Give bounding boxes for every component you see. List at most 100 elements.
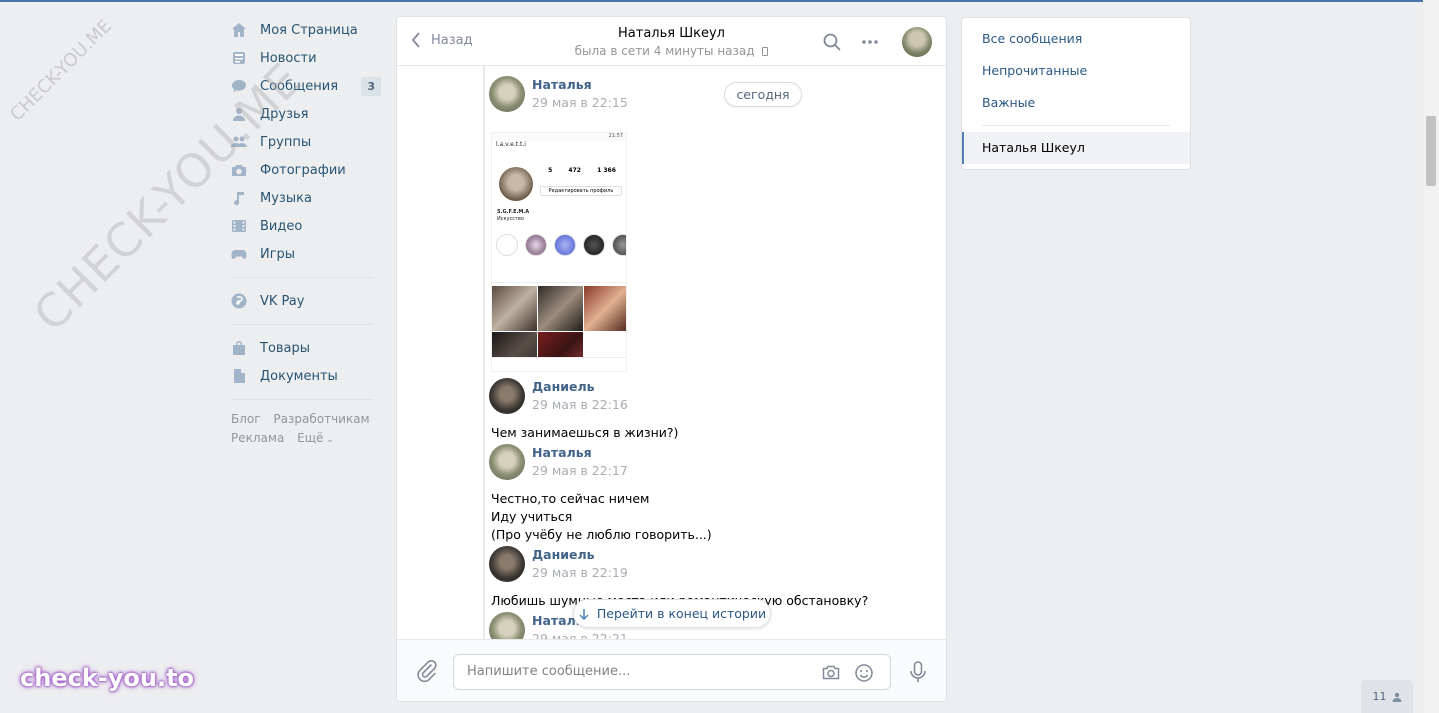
paperclip-icon[interactable] <box>416 659 438 683</box>
nav-documents[interactable]: Документы <box>229 362 381 390</box>
story-circle <box>554 234 576 256</box>
footer-ads-link[interactable]: Реклама <box>231 431 284 445</box>
grid-photo <box>492 286 537 331</box>
grid-photo <box>538 286 583 331</box>
messages-badge: 3 <box>361 77 381 96</box>
avatar[interactable] <box>489 612 525 640</box>
online-friends-button[interactable]: 11 <box>1361 680 1413 713</box>
nav-label: Товары <box>260 340 311 356</box>
message-input[interactable] <box>467 664 807 679</box>
nav-music[interactable]: Музыка <box>229 184 381 212</box>
date-pill: сегодня <box>724 82 802 107</box>
document-icon <box>231 368 247 384</box>
message-line: Чем занимаешься в жизни?) <box>491 425 679 440</box>
nav-my-page[interactable]: Моя Страница <box>229 16 381 44</box>
grid-photo <box>584 286 626 331</box>
message-time[interactable]: 29 мая в 22:19 <box>532 565 628 580</box>
nav-label: Фотографии <box>260 162 346 178</box>
message-input-box <box>453 654 891 690</box>
message-sender[interactable]: Даниель <box>532 379 595 394</box>
nav-label: Моя Страница <box>260 22 358 38</box>
ruble-icon <box>231 293 247 309</box>
story-circle <box>583 234 605 256</box>
jump-to-end-button[interactable]: Перейти в конец истории <box>573 599 771 628</box>
nav-video[interactable]: Видео <box>229 212 381 240</box>
attachment-stories <box>496 234 626 256</box>
attachment-bio-sub: Искусство <box>497 216 524 222</box>
story-circle <box>496 234 518 256</box>
message-line: (Про учёбу не люблю говорить...) <box>491 527 712 542</box>
footer-more-link[interactable]: Ещё ⌄ <box>297 431 343 445</box>
attachment-stats: 5 472 1 366 <box>540 167 624 174</box>
nav-goods[interactable]: Товары <box>229 334 381 362</box>
search-icon[interactable] <box>822 32 842 52</box>
jump-label: Перейти в конец истории <box>596 606 767 621</box>
footer-blog-link[interactable]: Блог <box>231 412 261 426</box>
message: Наталья 29 мая в 22:15 сегодня 21:57 l.a… <box>489 76 929 376</box>
filter-important[interactable]: Важные <box>962 87 1190 119</box>
attachment-tabs <box>492 273 626 283</box>
smile-icon[interactable] <box>854 663 874 683</box>
message: Даниель 29 мая в 22:16 Чем занимаешься в… <box>489 378 929 440</box>
attachment-stat: 1 366 <box>597 167 616 174</box>
peer-avatar[interactable] <box>902 27 932 57</box>
page-scrollbar[interactable] <box>1423 0 1439 713</box>
message-time[interactable]: 29 мая в 22:15 <box>532 95 628 110</box>
home-icon <box>231 22 247 38</box>
avatar[interactable] <box>489 378 525 414</box>
bag-icon <box>231 340 247 356</box>
nav-games[interactable]: Игры <box>229 240 381 268</box>
message-history[interactable]: Наталья 29 мая в 22:15 сегодня 21:57 l.a… <box>397 66 946 640</box>
avatar[interactable] <box>489 444 525 480</box>
attachment-profile-pic <box>499 167 533 201</box>
online-count: 11 <box>1372 690 1387 703</box>
active-dialog-item[interactable]: Наталья Шкеул <box>962 132 1190 164</box>
avatar[interactable] <box>489 76 525 112</box>
nav-divider <box>231 277 373 278</box>
news-icon <box>231 50 247 66</box>
message-composer <box>397 639 946 701</box>
footer-more-label: Ещё <box>297 431 324 445</box>
nav-news[interactable]: Новости <box>229 44 381 72</box>
video-icon <box>231 218 247 234</box>
message-sender[interactable]: Наталья <box>532 445 592 460</box>
header-actions <box>822 27 932 57</box>
footer-devs-link[interactable]: Разработчикам <box>273 412 369 426</box>
attachment-edit-profile: Редактировать профиль <box>540 186 622 196</box>
attachment-stat: 5 <box>548 167 553 174</box>
more-icon[interactable] <box>860 32 880 52</box>
nav-vk-pay[interactable]: VK Pay <box>229 287 381 315</box>
photo-attachment[interactable]: 21:57 l.a.v.e.t.t.i 5 472 1 366 Редактир… <box>491 132 627 372</box>
message-line: Честно,то сейчас ничем <box>491 491 650 506</box>
mobile-icon <box>762 47 769 56</box>
watermark-logo: check-you.to <box>20 664 195 692</box>
story-circle <box>525 234 547 256</box>
nav-label: Документы <box>260 368 338 384</box>
chat-panel: Назад Наталья Шкеул была в сети 4 минуты… <box>396 16 947 702</box>
filter-all-messages[interactable]: Все сообщения <box>962 23 1190 55</box>
avatar[interactable] <box>489 546 525 582</box>
nav-footer: Блог Разработчикам Реклама Ещё ⌄ <box>229 410 381 450</box>
user-icon <box>1392 692 1401 702</box>
scrollbar-thumb[interactable] <box>1426 116 1436 186</box>
chevron-down-icon: ⌄ <box>326 435 334 445</box>
message-line: Иду учиться <box>491 509 573 524</box>
attachment-bio-name: S.G.F.E.M.A <box>497 209 530 215</box>
history-divider <box>483 66 485 640</box>
message-sender[interactable]: Наталья <box>532 77 592 92</box>
filter-divider <box>982 125 1170 126</box>
microphone-icon[interactable] <box>907 660 929 684</box>
nav-label: Музыка <box>260 190 312 206</box>
nav-divider <box>231 399 373 400</box>
message-time[interactable]: 29 мая в 22:16 <box>532 397 628 412</box>
message-sender[interactable]: Даниель <box>532 547 595 562</box>
filter-unread[interactable]: Непрочитанные <box>962 55 1190 87</box>
gamepad-icon <box>231 246 247 262</box>
message: Наталья 29 мая в 22:17 Честно,то сейчас … <box>489 444 929 542</box>
message-time[interactable]: 29 мая в 22:17 <box>532 463 628 478</box>
nav-photos[interactable]: Фотографии <box>229 156 381 184</box>
attachment-bio: S.G.F.E.M.A Искусство <box>497 209 529 223</box>
nav-label: Видео <box>260 218 303 234</box>
attachment-stat: 472 <box>568 167 581 174</box>
camera-icon[interactable] <box>821 663 841 683</box>
